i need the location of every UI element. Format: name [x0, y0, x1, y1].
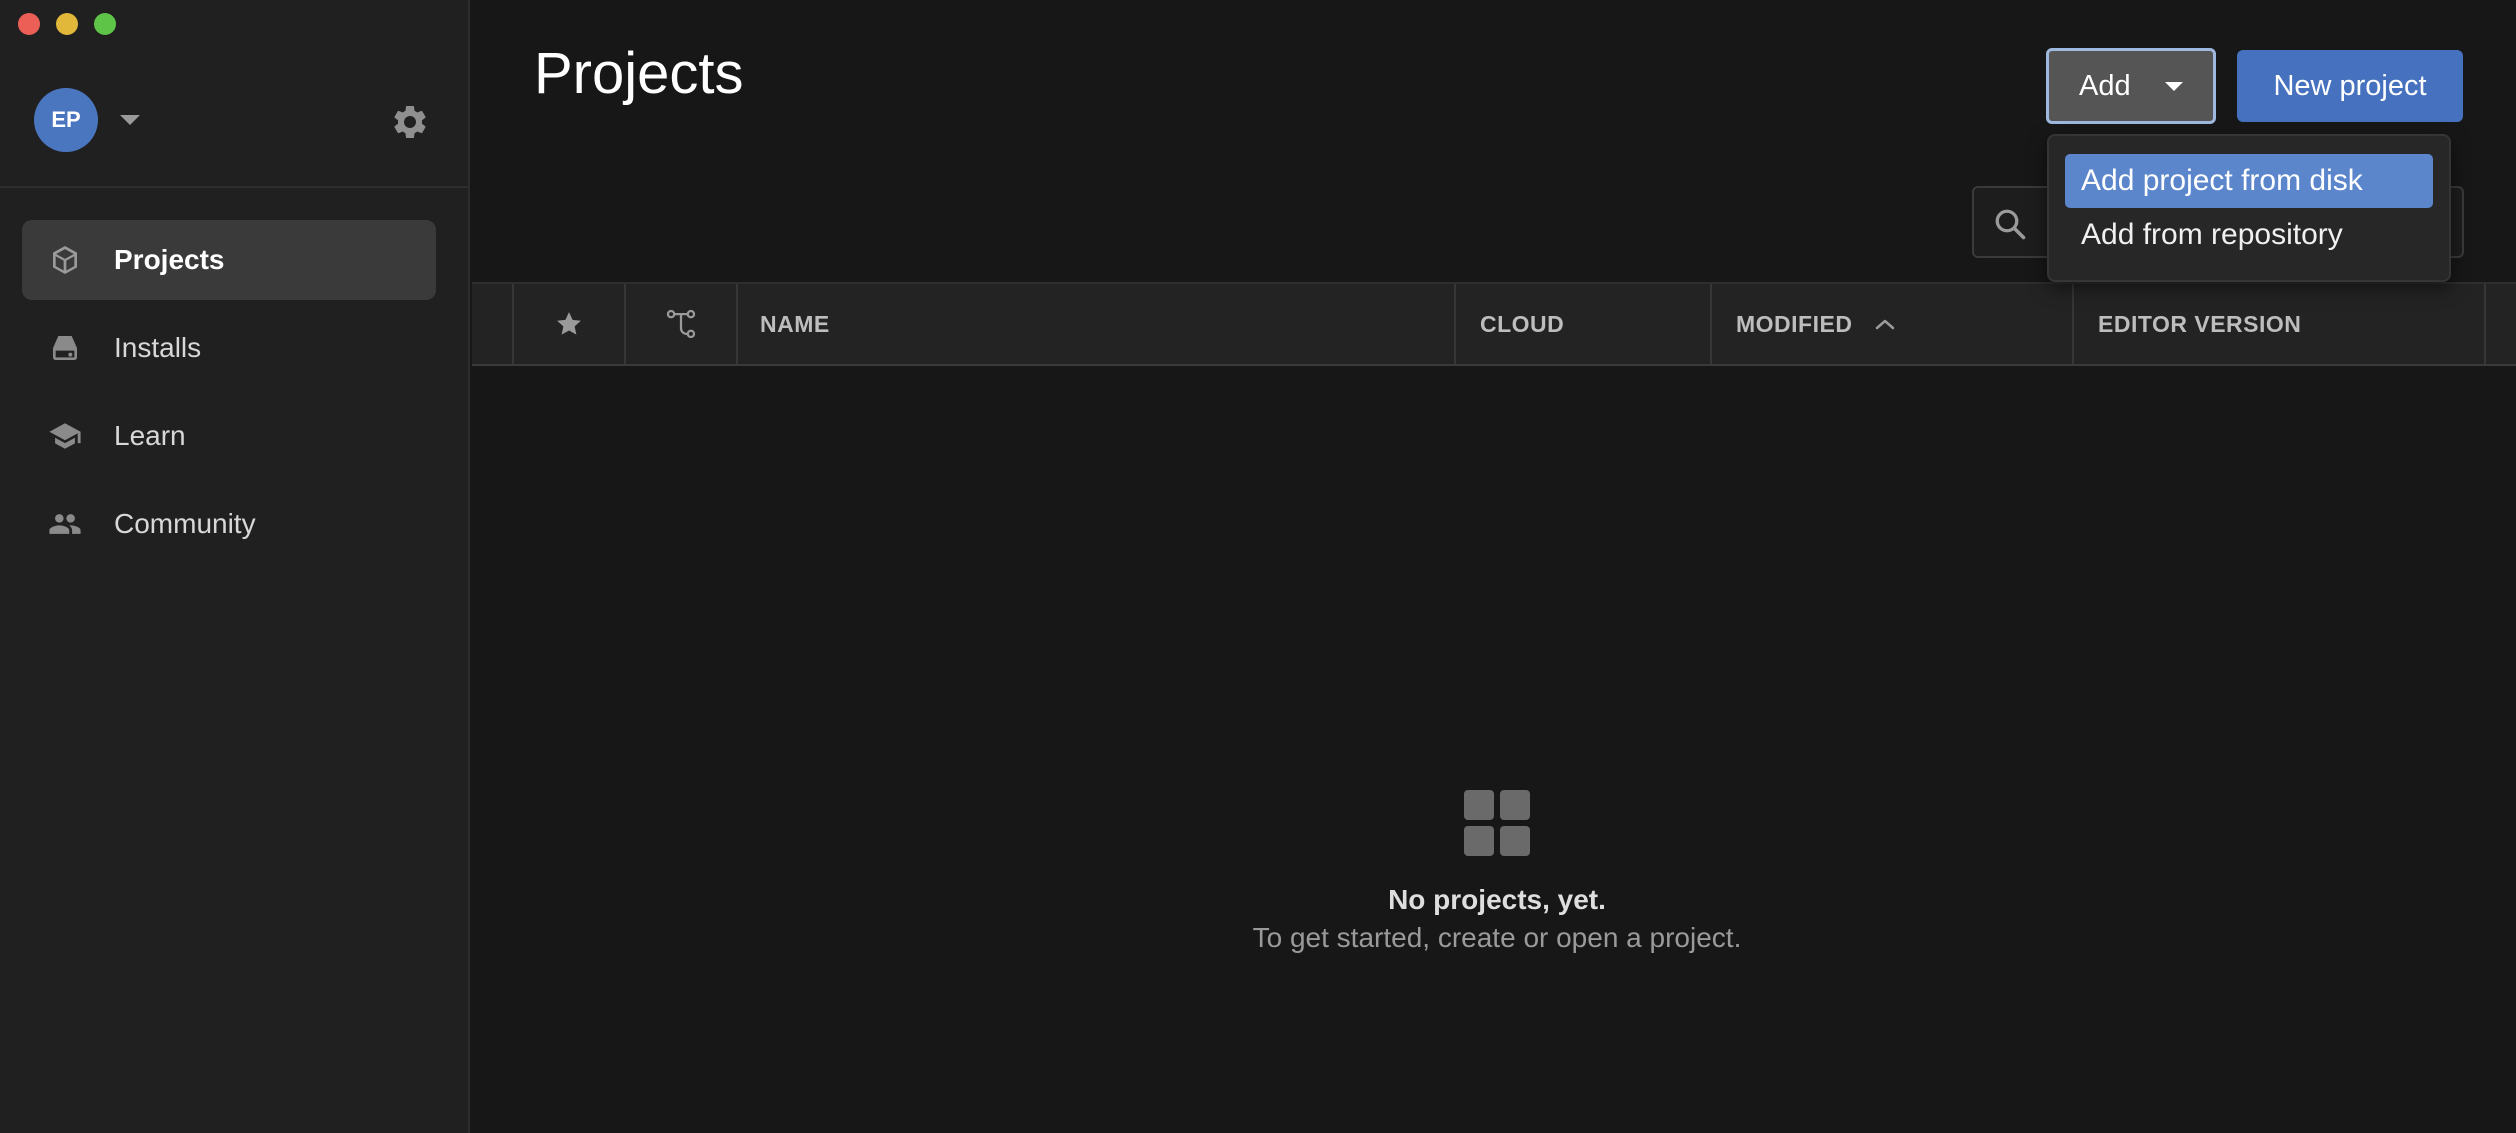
sidebar-item-label: Learn — [114, 420, 186, 451]
search-icon — [1995, 209, 2026, 240]
sort-ascending-icon — [1876, 319, 1895, 330]
empty-state-subtitle: To get started, create or open a project… — [1252, 922, 1742, 953]
favorite-column[interactable] — [514, 284, 624, 364]
graduation-cap-icon — [48, 419, 82, 453]
table-header: NAME CLOUD MODIFIED EDITOR VERSION — [472, 282, 2516, 366]
sidebar-item-label: Projects — [114, 244, 225, 275]
star-icon — [557, 312, 581, 335]
column-divider — [1454, 284, 1456, 364]
sidebar: EP Projects Installs Learn Community — [0, 0, 470, 1133]
empty-state: No projects, yet. To get started, create… — [472, 790, 2516, 954]
gear-icon[interactable] — [390, 102, 430, 142]
sidebar-divider — [0, 186, 468, 188]
sidebar-item-label: Installs — [114, 332, 202, 363]
chevron-down-icon[interactable] — [120, 115, 140, 125]
column-header-modified-label: MODIFIED — [1736, 310, 1853, 337]
column-header-name[interactable]: NAME — [760, 284, 830, 364]
sidebar-item-label: Community — [114, 508, 256, 539]
maximize-window-button[interactable] — [94, 13, 116, 35]
window-controls — [18, 13, 116, 35]
add-button-label: Add — [2079, 69, 2131, 102]
sidebar-nav: Projects Installs Learn Community — [22, 220, 436, 572]
drive-icon — [48, 331, 82, 365]
minimize-window-button[interactable] — [56, 13, 78, 35]
sidebar-item-community[interactable]: Community — [22, 484, 436, 564]
avatar[interactable]: EP — [34, 88, 98, 152]
branch-icon — [666, 309, 696, 339]
column-divider — [2484, 284, 2486, 364]
page-title: Projects — [534, 41, 744, 106]
menu-item-add-from-repository[interactable]: Add from repository — [2065, 208, 2433, 262]
empty-state-title: No projects, yet. — [1388, 884, 1606, 915]
chevron-down-icon — [2164, 81, 2183, 91]
account-menu[interactable]: EP — [34, 88, 140, 152]
sidebar-item-installs[interactable]: Installs — [22, 308, 436, 388]
column-divider — [2072, 284, 2074, 364]
grid-icon — [1464, 790, 1530, 856]
sidebar-item-learn[interactable]: Learn — [22, 396, 436, 476]
add-dropdown-menu: Add project from disk Add from repositor… — [2047, 134, 2451, 282]
column-divider — [1710, 284, 1712, 364]
column-divider — [736, 284, 738, 364]
menu-item-add-from-disk[interactable]: Add project from disk — [2065, 154, 2433, 208]
add-button[interactable]: Add — [2046, 48, 2216, 124]
column-header-modified[interactable]: MODIFIED — [1736, 284, 1896, 364]
version-control-column[interactable] — [626, 284, 736, 364]
sidebar-item-projects[interactable]: Projects — [22, 220, 436, 300]
close-window-button[interactable] — [18, 13, 40, 35]
column-header-editor-version[interactable]: EDITOR VERSION — [2098, 284, 2301, 364]
cube-icon — [48, 243, 82, 277]
new-project-button[interactable]: New project — [2237, 50, 2463, 122]
column-header-cloud[interactable]: CLOUD — [1480, 284, 1564, 364]
people-icon — [48, 507, 82, 541]
main-content: Projects Add New project Add project fro… — [472, 0, 2516, 1133]
